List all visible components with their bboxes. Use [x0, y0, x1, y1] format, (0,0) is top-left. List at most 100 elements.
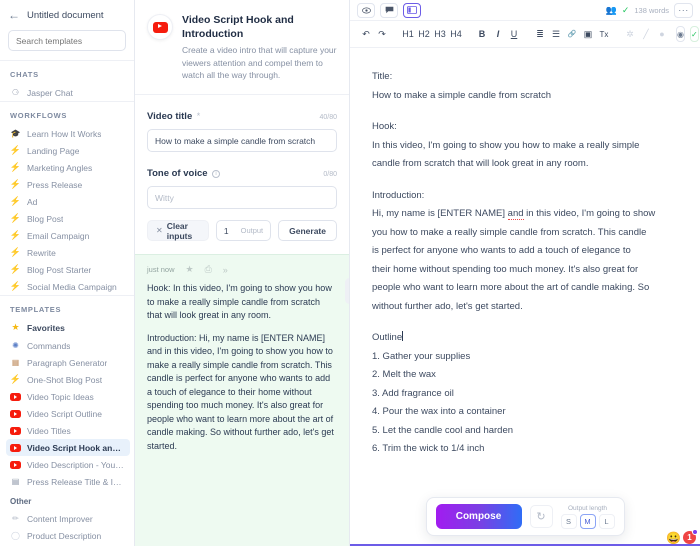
sidebar-item-email-campaign[interactable]: ⚡ Email Campaign — [0, 227, 134, 244]
bold-button[interactable]: B — [475, 26, 489, 42]
youtube-icon — [10, 408, 21, 419]
generate-button[interactable]: Generate — [278, 220, 337, 242]
sidebar-item-content-improver[interactable]: ✏ Content Improver — [0, 510, 134, 527]
link-button[interactable]: 🔗 — [565, 26, 579, 42]
compose-bar: Compose ↻ Output length S M L — [425, 497, 625, 536]
doc-gap — [372, 316, 678, 329]
sidebar-item-social-media-campaign[interactable]: ⚡ Social Media Campaign — [0, 278, 134, 295]
bolt-icon: ⚡ — [9, 145, 22, 155]
undo-icon[interactable]: ↶ — [359, 26, 373, 42]
doc-line: candle from scratch that will look great… — [372, 158, 589, 170]
search-input[interactable] — [8, 30, 126, 51]
sidebar-item-blog-post[interactable]: ⚡ Blog Post — [0, 210, 134, 227]
sidebar-item-label: Social Media Campaign — [27, 281, 117, 292]
sidebar-item-product-description[interactable]: ◯ Product Description — [0, 527, 134, 544]
heading-2-button[interactable]: H2 — [417, 26, 431, 42]
sidebar-item-one-shot-blog-post[interactable]: ⚡ One-Shot Blog Post — [0, 371, 134, 388]
video-title-input[interactable] — [147, 129, 337, 153]
grammar-check-icon[interactable]: ✓ — [689, 26, 699, 42]
graduation-cap-icon: 🎓 — [10, 129, 21, 138]
youtube-icon — [10, 442, 21, 453]
copy-icon[interactable]: ⎙ — [205, 264, 212, 275]
notification-badge-wrap[interactable]: 1 — [683, 529, 698, 544]
template-description: Create a video intro that will capture y… — [182, 45, 337, 80]
star-icon[interactable]: ★ — [186, 264, 194, 275]
document-body[interactable]: Title: How to make a simple candle from … — [350, 48, 700, 546]
video-title-label: Video title — [147, 111, 193, 123]
sidebar-item-paragraph-generator[interactable]: ▦ Paragraph Generator — [0, 354, 134, 371]
sidebar-item-video-script-hook-and-introduction[interactable]: Video Script Hook and Introdu... — [6, 439, 130, 456]
sidebar-item-label: One-Shot Blog Post — [27, 374, 103, 385]
more-options-button[interactable]: ··· — [674, 2, 693, 18]
editor-panel: 👥 ✓ 138 words ··· ↶ ↷ H1 H2 H3 H4 B I U … — [350, 0, 700, 546]
sidebar-item-label: Rewrite — [27, 247, 56, 258]
section-workflows-header: WORKFLOWS — [0, 101, 134, 125]
comment-button[interactable] — [380, 2, 398, 18]
clear-format-button[interactable]: Tx — [597, 26, 611, 42]
doc-line: their home without spending too much mon… — [372, 263, 639, 275]
compose-button[interactable]: Compose — [435, 504, 522, 529]
length-s-button[interactable]: S — [560, 513, 577, 529]
output-count-stepper[interactable]: 1 Output — [215, 220, 272, 242]
length-l-button[interactable]: L — [598, 513, 615, 529]
spellcheck-word[interactable]: and — [507, 208, 524, 221]
doc-text-post: in this video, I'm going to show — [523, 208, 656, 220]
star-icon: ★ — [11, 322, 20, 332]
sidebar-item-rewrite[interactable]: ⚡ Rewrite — [0, 244, 134, 261]
sidebar-item-video-description-youtube[interactable]: Video Description - YouTube — [0, 456, 134, 473]
tone-of-voice-input[interactable] — [147, 186, 337, 210]
section-chats-header: CHATS — [0, 60, 134, 84]
tone-of-voice-field-row: Tone of voice i 0/80 — [147, 163, 337, 181]
chat-bubble-icon: ⚆ — [11, 88, 20, 97]
sidebar-item-label: Press Release — [27, 179, 83, 190]
sidebar-item-blog-post-starter[interactable]: ⚡ Blog Post Starter — [0, 261, 134, 278]
heading-4-button[interactable]: H4 — [449, 26, 463, 42]
doc-line: you how to make a really simple candle f… — [372, 226, 647, 238]
sidebar-item-commands[interactable]: ✺ Commands — [0, 337, 134, 354]
bullet-list-button[interactable]: ☰ — [549, 26, 563, 42]
document-title[interactable]: Untitled document — [27, 10, 104, 21]
sidebar-item-landing-page[interactable]: ⚡ Landing Page — [0, 142, 134, 159]
sidebar-item-jasper-chat[interactable]: ⚆ Jasper Chat — [0, 84, 134, 101]
youtube-icon — [10, 425, 21, 436]
back-arrow-icon[interactable]: ← — [8, 9, 20, 21]
sidebar-item-learn-how-it-works[interactable]: 🎓 Learn How It Works — [0, 125, 134, 142]
image-button[interactable]: ▣ — [581, 26, 595, 42]
sidebar-item-press-release-title-intro[interactable]: ▤ Press Release Title & Intro — [0, 473, 134, 490]
search-wrap — [0, 28, 134, 60]
avatar-emoji-icon[interactable]: 😀 — [666, 532, 681, 544]
info-icon[interactable]: i — [211, 170, 220, 179]
sidebar-item-label: Marketing Angles — [27, 162, 93, 173]
result-toolbar: just now ★ ⎙ » — [147, 264, 337, 275]
length-m-button[interactable]: M — [579, 513, 596, 529]
generate-label: Generate — [289, 225, 326, 236]
doc-line: 6. Trim the wick to 1/4 inch — [372, 443, 485, 455]
color-button[interactable]: ● — [655, 26, 669, 42]
output-count-label: Output — [240, 226, 264, 236]
redo-icon[interactable]: ↷ — [375, 26, 389, 42]
heading-3-button[interactable]: H3 — [433, 26, 447, 42]
heading-1-button[interactable]: H1 — [401, 26, 415, 42]
sidebar-item-video-topic-ideas[interactable]: Video Topic Ideas — [0, 388, 134, 405]
sidebar-item-press-release[interactable]: ⚡ Press Release — [0, 176, 134, 193]
split-panel-button[interactable] — [403, 2, 421, 18]
sidebar-item-video-titles[interactable]: Video Titles — [0, 422, 134, 439]
ordered-list-button[interactable]: ≣ — [533, 26, 547, 42]
underline-button[interactable]: U — [507, 26, 521, 42]
magic-button[interactable]: ✲ — [623, 26, 637, 42]
chevrons-right-icon[interactable]: » — [223, 265, 228, 275]
refresh-icon[interactable]: ↻ — [529, 505, 553, 528]
sidebar-item-ad[interactable]: ⚡ Ad — [0, 193, 134, 210]
sidebar-item-marketing-angles[interactable]: ⚡ Marketing Angles — [0, 159, 134, 176]
clear-inputs-button[interactable]: ✕ Clear inputs — [147, 220, 209, 242]
outline-heading-text: Outline — [372, 332, 403, 344]
globe-icon[interactable]: ◉ — [676, 26, 685, 42]
highlight-button[interactable]: ╱ — [639, 26, 653, 42]
sidebar-item-label: Video Titles — [27, 425, 71, 436]
pencil-icon: ✏ — [12, 514, 19, 523]
preview-eye-button[interactable] — [357, 2, 375, 18]
people-icon[interactable]: 👥 — [606, 5, 617, 16]
sidebar-item-video-script-outline[interactable]: Video Script Outline — [0, 405, 134, 422]
italic-button[interactable]: I — [491, 26, 505, 42]
sidebar-item-label: Blog Post Starter — [27, 264, 92, 275]
